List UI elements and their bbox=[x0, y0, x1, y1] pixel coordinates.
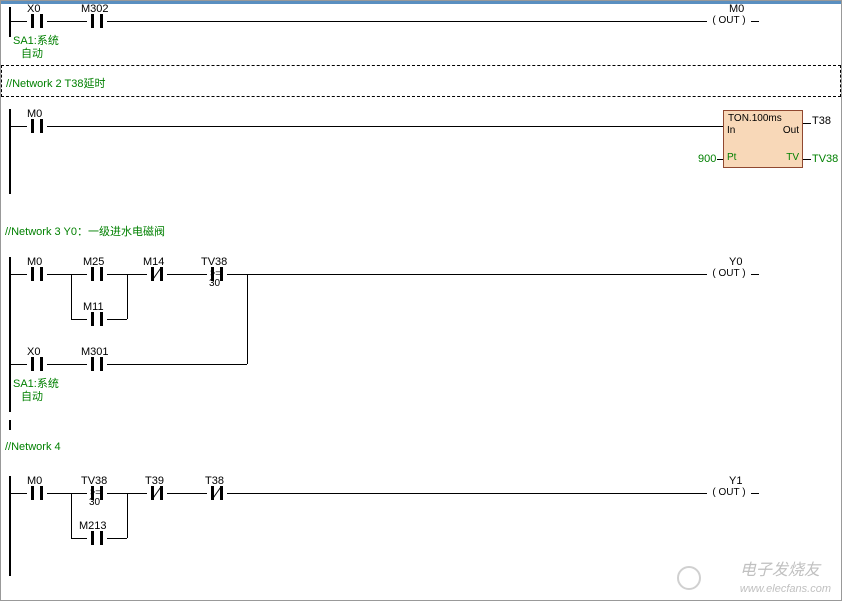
wire bbox=[71, 319, 87, 320]
wire bbox=[127, 274, 128, 319]
rail-n2 bbox=[9, 109, 11, 194]
label-m11: M11 bbox=[83, 301, 104, 313]
contact-t39[interactable] bbox=[147, 486, 167, 500]
wire bbox=[11, 21, 27, 22]
rail-n4 bbox=[9, 476, 11, 576]
cmp-ge-n4: >= bbox=[90, 487, 101, 497]
label-m0-n4: M0 bbox=[27, 475, 42, 487]
wire bbox=[167, 493, 207, 494]
contact-m25[interactable] bbox=[87, 267, 107, 281]
wire bbox=[47, 364, 87, 365]
label-m213: M213 bbox=[79, 520, 107, 532]
pt-value: 900 bbox=[698, 153, 716, 165]
coil-y1[interactable]: ( OUT ) bbox=[707, 486, 751, 500]
coil-m0[interactable]: ( OUT ) bbox=[707, 14, 751, 28]
label-t38: T38 bbox=[812, 115, 831, 127]
watermark: 电子发烧友 www.elecfans.com bbox=[740, 556, 831, 595]
wire bbox=[227, 493, 707, 494]
wire bbox=[11, 493, 27, 494]
wire bbox=[107, 538, 127, 539]
wire bbox=[751, 493, 759, 494]
network4-title: //Network 4 bbox=[5, 441, 61, 453]
wire bbox=[247, 274, 248, 364]
label-tv38-n3: TV38 bbox=[201, 256, 227, 268]
network3-title: //Network 3 Y0：一级进水电磁阀 bbox=[5, 223, 165, 239]
function-box-ton[interactable]: TON.100ms In Out Pt TV bbox=[723, 110, 803, 168]
network2-header: //Network 2 T38延时 bbox=[1, 65, 841, 97]
contact-m301[interactable] bbox=[87, 357, 107, 371]
wire bbox=[107, 319, 127, 320]
comment-sa1-2: 自动 bbox=[21, 45, 43, 61]
network2-title: //Network 2 T38延时 bbox=[6, 75, 105, 91]
fbox-title: TON.100ms bbox=[728, 113, 782, 124]
wire bbox=[71, 538, 87, 539]
cmp-val-n4: 30 bbox=[89, 497, 100, 508]
label-m14: M14 bbox=[143, 256, 164, 268]
cmp-ge: >= bbox=[210, 268, 221, 278]
label-tv38: TV38 bbox=[812, 153, 838, 165]
label-x0: X0 bbox=[27, 3, 40, 15]
label-m302: M302 bbox=[81, 3, 109, 15]
wire bbox=[803, 159, 811, 160]
wire bbox=[751, 274, 759, 275]
wire bbox=[47, 126, 723, 127]
wire bbox=[803, 123, 811, 124]
label-m0-n3: M0 bbox=[27, 256, 42, 268]
wire bbox=[47, 21, 87, 22]
wire bbox=[107, 21, 707, 22]
contact-m0-n3[interactable] bbox=[27, 267, 47, 281]
wire bbox=[717, 159, 723, 160]
wire bbox=[47, 274, 87, 275]
wire bbox=[47, 493, 87, 494]
contact-m213[interactable] bbox=[87, 531, 107, 545]
contact-m14[interactable] bbox=[147, 267, 167, 281]
contact-x0[interactable] bbox=[27, 14, 47, 28]
fbox-pt: Pt bbox=[727, 152, 736, 163]
cmp-val: 30 bbox=[209, 278, 220, 289]
fbox-out: Out bbox=[783, 125, 799, 136]
wire bbox=[11, 126, 27, 127]
label-m301: M301 bbox=[81, 346, 109, 358]
wire bbox=[11, 364, 27, 365]
fbox-in: In bbox=[727, 125, 735, 136]
contact-m302[interactable] bbox=[87, 14, 107, 28]
coil-y0[interactable]: ( OUT ) bbox=[707, 267, 751, 281]
rail-n3b bbox=[9, 420, 11, 430]
wire bbox=[107, 364, 247, 365]
label-t38-n4: T38 bbox=[205, 475, 224, 487]
contact-x0-n3[interactable] bbox=[27, 357, 47, 371]
wire bbox=[167, 274, 207, 275]
contact-m11[interactable] bbox=[87, 312, 107, 326]
wire bbox=[11, 274, 27, 275]
rail-n1 bbox=[9, 7, 11, 37]
fbox-tv: TV bbox=[786, 152, 799, 163]
watermark-logo bbox=[677, 566, 701, 590]
contact-m0-n4[interactable] bbox=[27, 486, 47, 500]
contact-m0-n2[interactable] bbox=[27, 119, 47, 133]
top-border bbox=[1, 1, 841, 4]
wire bbox=[71, 493, 72, 538]
contact-t38-n4[interactable] bbox=[207, 486, 227, 500]
comment-sa1-n3-2: 自动 bbox=[21, 388, 43, 404]
rail-n3 bbox=[9, 257, 11, 412]
wire bbox=[127, 493, 128, 538]
label-m0-n2: M0 bbox=[27, 108, 42, 120]
label-x0-n3: X0 bbox=[27, 346, 40, 358]
label-tv38-n4: TV38 bbox=[81, 475, 107, 487]
wire bbox=[71, 274, 72, 319]
label-t39: T39 bbox=[145, 475, 164, 487]
label-m25: M25 bbox=[83, 256, 104, 268]
wire bbox=[227, 274, 707, 275]
wire bbox=[751, 21, 759, 22]
